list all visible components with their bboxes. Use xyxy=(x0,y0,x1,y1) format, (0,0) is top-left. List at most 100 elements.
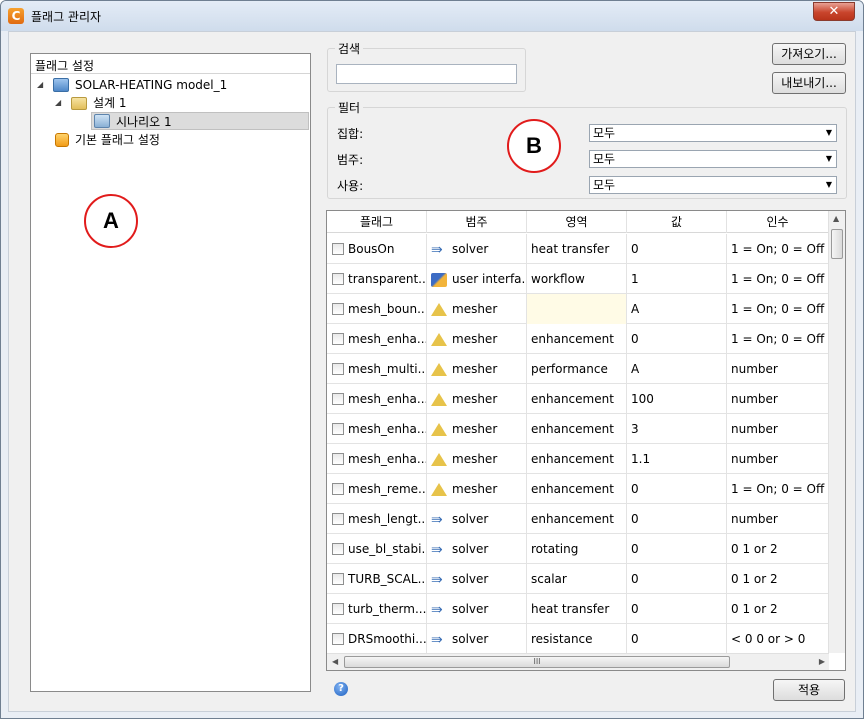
area-cell[interactable]: heat transfer xyxy=(527,234,627,264)
horizontal-scroll-thumb[interactable]: III xyxy=(344,656,730,668)
flag-checkbox[interactable] xyxy=(332,453,344,465)
area-cell[interactable]: resistance xyxy=(527,624,627,654)
export-button[interactable]: 내보내기... xyxy=(772,72,846,94)
column-header-category[interactable]: 범주 xyxy=(427,211,527,233)
column-header-argument[interactable]: 인수 xyxy=(727,211,829,233)
flag-checkbox[interactable] xyxy=(332,513,344,525)
category-cell[interactable]: mesher xyxy=(427,294,527,324)
flag-cell[interactable]: mesh_reme... xyxy=(327,474,427,504)
flag-cell[interactable]: transparent... xyxy=(327,264,427,294)
argument-cell[interactable]: 1 = On; 0 = Off xyxy=(727,324,829,354)
value-cell[interactable]: 3 xyxy=(627,414,727,444)
value-cell[interactable]: 0 xyxy=(627,564,727,594)
area-cell[interactable]: enhancement xyxy=(527,414,627,444)
flag-cell[interactable]: mesh_boun... xyxy=(327,294,427,324)
argument-cell[interactable]: 1 = On; 0 = Off xyxy=(727,234,829,264)
value-cell[interactable]: 0 xyxy=(627,234,727,264)
argument-cell[interactable]: < 0 0 or > 0 xyxy=(727,624,829,654)
search-input[interactable] xyxy=(336,64,517,84)
category-cell[interactable]: mesher xyxy=(427,354,527,384)
area-cell[interactable]: enhancement xyxy=(527,324,627,354)
area-cell[interactable]: enhancement xyxy=(527,384,627,414)
flag-cell[interactable]: turb_therm... xyxy=(327,594,427,624)
flag-checkbox[interactable] xyxy=(332,573,344,585)
category-cell[interactable]: user interfa... xyxy=(427,264,527,294)
column-header-flag[interactable]: 플래그 xyxy=(327,211,427,233)
collapse-arrow-icon[interactable]: ◢ xyxy=(55,94,61,112)
area-cell[interactable]: enhancement xyxy=(527,444,627,474)
flag-checkbox[interactable] xyxy=(332,303,344,315)
argument-cell[interactable]: number xyxy=(727,354,829,384)
column-header-value[interactable]: 값 xyxy=(627,211,727,233)
flag-cell[interactable]: mesh_enha... xyxy=(327,384,427,414)
category-cell[interactable]: mesher xyxy=(427,324,527,354)
table-row[interactable]: use_bl_stabi... ⇛ solver rotating 0 0 1 or 2 xyxy=(327,534,829,564)
tree-node-scenario[interactable]: 시나리오 1 xyxy=(91,112,309,130)
category-cell[interactable]: mesher xyxy=(427,414,527,444)
vertical-scrollbar[interactable]: ▲ xyxy=(828,211,845,653)
value-cell[interactable]: 1 xyxy=(627,264,727,294)
area-cell[interactable]: scalar xyxy=(527,564,627,594)
flag-cell[interactable]: mesh_lengt... xyxy=(327,504,427,534)
category-cell[interactable]: ⇛ solver xyxy=(427,564,527,594)
flag-cell[interactable]: BousOn xyxy=(327,234,427,264)
table-row[interactable]: transparent... user interfa... workflow 1 1 … xyxy=(327,264,829,294)
table-row[interactable]: mesh_enha... mesher enhancement 1.1 number xyxy=(327,444,829,474)
flag-checkbox[interactable] xyxy=(332,483,344,495)
area-cell[interactable]: enhancement xyxy=(527,504,627,534)
flag-cell[interactable]: mesh_enha... xyxy=(327,324,427,354)
value-cell[interactable]: 0 xyxy=(627,534,727,564)
flag-checkbox[interactable] xyxy=(332,363,344,375)
argument-cell[interactable]: number xyxy=(727,444,829,474)
table-row[interactable]: mesh_reme... mesher enhancement 0 1 = On; 0 … xyxy=(327,474,829,504)
flag-checkbox[interactable] xyxy=(332,333,344,345)
category-cell[interactable]: ⇛ solver xyxy=(427,624,527,654)
category-cell[interactable]: ⇛ solver xyxy=(427,534,527,564)
value-cell[interactable]: 0 xyxy=(627,474,727,504)
flag-cell[interactable]: mesh_enha... xyxy=(327,444,427,474)
value-cell[interactable]: 0 xyxy=(627,324,727,354)
table-row[interactable]: TURB_SCAL... ⇛ solver scalar 0 0 1 or 2 xyxy=(327,564,829,594)
table-row[interactable]: mesh_lengt... ⇛ solver enhancement 0 number xyxy=(327,504,829,534)
argument-cell[interactable]: 0 1 or 2 xyxy=(727,534,829,564)
horizontal-scrollbar[interactable]: ◀ III ▶ xyxy=(327,653,829,670)
table-row[interactable]: mesh_enha... mesher enhancement 3 number xyxy=(327,414,829,444)
table-row[interactable]: DRSmoothi... ⇛ solver resistance 0 < 0 0 or >… xyxy=(327,624,829,654)
category-cell[interactable]: mesher xyxy=(427,444,527,474)
value-cell[interactable]: 100 xyxy=(627,384,727,414)
collapse-arrow-icon[interactable]: ◢ xyxy=(37,76,43,94)
argument-cell[interactable]: number xyxy=(727,414,829,444)
flag-checkbox[interactable] xyxy=(332,603,344,615)
area-cell[interactable]: performance xyxy=(527,354,627,384)
tree-node-default-flags[interactable]: 기본 플래그 설정 xyxy=(55,131,305,149)
area-cell[interactable] xyxy=(527,294,627,324)
table-row[interactable]: mesh_boun... mesher A 1 = On; 0 = Off xyxy=(327,294,829,324)
category-cell[interactable]: ⇛ solver xyxy=(427,234,527,264)
flag-checkbox[interactable] xyxy=(332,633,344,645)
tree-node-model[interactable]: ◢ SOLAR-HEATING model_1 xyxy=(37,76,307,94)
scroll-up-arrow-icon[interactable]: ▲ xyxy=(833,214,839,223)
vertical-scroll-thumb[interactable] xyxy=(831,229,843,259)
argument-cell[interactable]: 1 = On; 0 = Off xyxy=(727,294,829,324)
category-cell[interactable]: ⇛ solver xyxy=(427,594,527,624)
area-cell[interactable]: enhancement xyxy=(527,474,627,504)
argument-cell[interactable]: number xyxy=(727,384,829,414)
import-button[interactable]: 가져오기... xyxy=(772,43,846,65)
argument-cell[interactable]: 1 = On; 0 = Off xyxy=(727,264,829,294)
value-cell[interactable]: A xyxy=(627,294,727,324)
filter-category-select[interactable]: 모두 ▼ xyxy=(589,150,837,168)
area-cell[interactable]: workflow xyxy=(527,264,627,294)
area-cell[interactable]: heat transfer xyxy=(527,594,627,624)
help-icon[interactable]: ? xyxy=(334,682,348,696)
flag-checkbox[interactable] xyxy=(332,243,344,255)
category-cell[interactable]: mesher xyxy=(427,384,527,414)
category-cell[interactable]: ⇛ solver xyxy=(427,504,527,534)
flag-checkbox[interactable] xyxy=(332,543,344,555)
value-cell[interactable]: 0 xyxy=(627,624,727,654)
scroll-left-arrow-icon[interactable]: ◀ xyxy=(332,657,338,666)
argument-cell[interactable]: 1 = On; 0 = Off xyxy=(727,474,829,504)
apply-button[interactable]: 적용 xyxy=(773,679,845,701)
flag-checkbox[interactable] xyxy=(332,423,344,435)
flag-cell[interactable]: use_bl_stabi... xyxy=(327,534,427,564)
argument-cell[interactable]: 0 1 or 2 xyxy=(727,564,829,594)
